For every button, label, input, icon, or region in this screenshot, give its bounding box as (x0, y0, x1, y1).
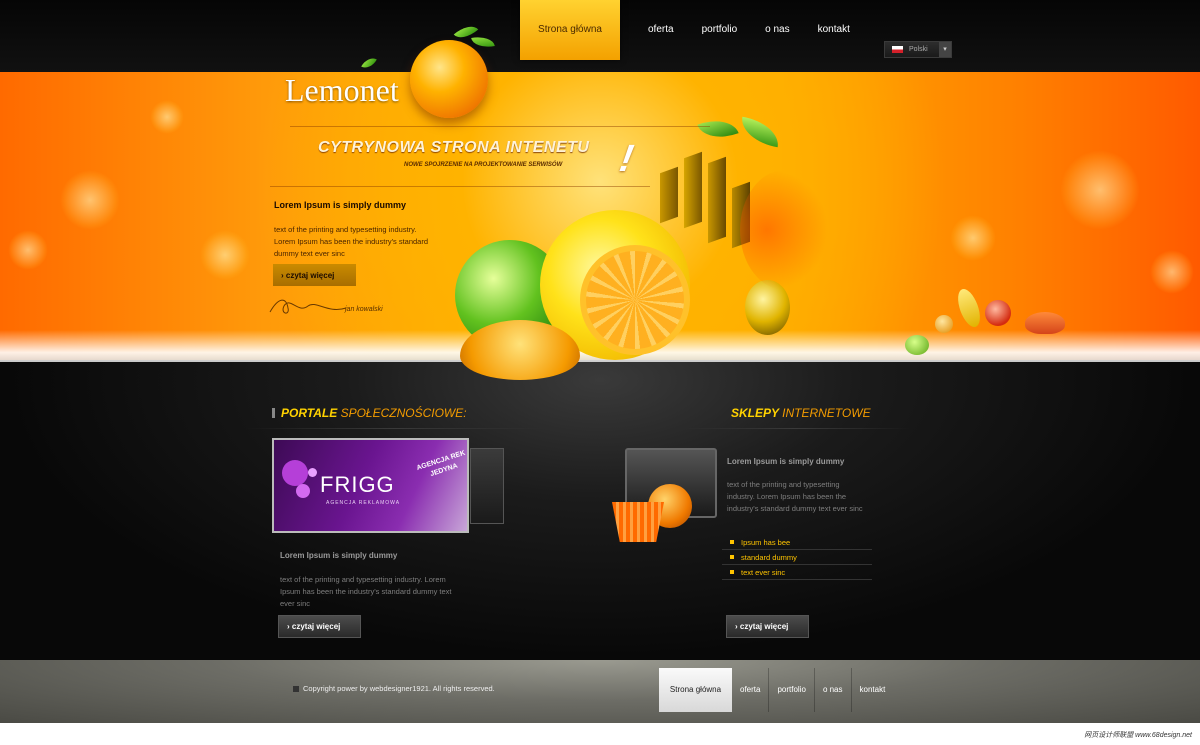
bokeh-light (150, 100, 184, 134)
language-select[interactable]: Polski ▾ (884, 41, 952, 58)
feature-list: Ipsum has bee standard dummy text ever s… (722, 535, 872, 580)
bokeh-light (950, 215, 996, 261)
frigg-badge: AGENCJA REK JEDYNA (415, 449, 467, 479)
section-divider (680, 428, 910, 429)
bokeh-light (8, 230, 48, 270)
brand-logo[interactable]: Lemonet (285, 72, 399, 109)
intro-title: Lorem Ipsum is simply dummy (274, 200, 407, 210)
footer-nav-about[interactable]: o nas (813, 668, 851, 712)
footer-nav: Strona główna oferta portfolio o nas kon… (659, 668, 893, 712)
frigg-logo: FRIGG (320, 472, 395, 497)
hero-subtitle: NOWE SPOJRZENIE NA PROJEKTOWANIE SERWISÓ… (404, 162, 563, 168)
footer-nav-contact[interactable]: kontakt (850, 668, 894, 712)
section-title-rest: INTERNETOWE (782, 406, 871, 420)
section-title-rest: SPOŁECZNOŚCIOWE: (340, 406, 467, 420)
portfolio-banner-frigg[interactable]: FRIGG AGENCJA REKLAMOWA AGENCJA REK JEDY… (272, 438, 469, 533)
content-section (0, 360, 1200, 660)
apple-illustration (985, 300, 1011, 326)
banner-thumbnail[interactable] (470, 448, 504, 524)
orange-slice-illustration (580, 245, 690, 355)
read-more-button[interactable]: › czytaj więcej (273, 264, 356, 286)
section-title-highlight: PORTALE (281, 406, 338, 420)
list-item[interactable]: standard dummy (722, 550, 872, 565)
section-title-shops: SKLEPY INTERNETOWE (731, 406, 871, 420)
nav-item-home[interactable]: Strona główna (520, 0, 620, 60)
read-more-button-right[interactable]: › czytaj więcej (726, 615, 809, 638)
read-more-button-left[interactable]: › czytaj więcej (278, 615, 361, 638)
signature-name: jan kowalski (345, 306, 383, 313)
section-title-social: PORTALE SPOŁECZNOŚCIOWE: (272, 406, 467, 420)
basket-icon (612, 502, 664, 542)
nav-item-offer[interactable]: oferta (634, 0, 688, 59)
bokeh-light (1150, 250, 1194, 294)
bokeh-light (60, 170, 120, 230)
splash-icon (296, 484, 310, 498)
section-title-highlight: SKLEPY (731, 406, 779, 420)
nav-item-portfolio[interactable]: portfolio (688, 0, 752, 59)
footer-nav-home[interactable]: Strona główna (659, 668, 732, 712)
chart-bar-illustration (708, 156, 726, 244)
splash-icon (282, 460, 308, 486)
bottom-strip (0, 723, 1200, 745)
chart-bar-illustration (684, 151, 702, 229)
lime-illustration (905, 335, 929, 355)
card-text-left: text of the printing and typesetting ind… (280, 575, 452, 608)
watermelon-illustration (1025, 312, 1065, 334)
chart-bar-illustration (660, 166, 678, 224)
footer (0, 660, 1200, 723)
nav-item-contact[interactable]: kontakt (804, 0, 864, 59)
nav-item-about[interactable]: o nas (751, 0, 803, 59)
footer-nav-offer[interactable]: oferta (732, 668, 768, 712)
hero-title: CYTRYNOWA STRONA INTENETU (318, 139, 590, 156)
list-item[interactable]: Ipsum has bee (722, 535, 872, 550)
frigg-tagline: AGENCJA REKLAMOWA (326, 500, 401, 506)
watermark-text: 网页设计师联盟 www.68design.net (1084, 732, 1192, 739)
section-divider (246, 428, 546, 429)
card-title-left: Lorem Ipsum is simply dummy (280, 551, 398, 560)
chevron-down-icon: ▾ (939, 42, 951, 57)
logo-orange-icon (410, 40, 488, 118)
card-title-right: Lorem Ipsum is simply dummy (727, 457, 845, 466)
section-marker-icon (272, 408, 275, 418)
signature-icon (269, 299, 347, 314)
card-text-right: text of the printing and typesetting ind… (727, 480, 863, 513)
glow-illustration (740, 170, 830, 290)
footer-nav-portfolio[interactable]: portfolio (768, 668, 813, 712)
intro-text: text of the printing and typesetting ind… (274, 225, 429, 258)
list-item[interactable]: text ever sinc (722, 565, 872, 580)
fruit-illustration (935, 315, 953, 333)
copyright-text: Copyright power by webdesigner1921. All … (293, 684, 495, 693)
splash-icon (308, 468, 317, 477)
divider (290, 126, 710, 127)
poland-flag-icon (892, 46, 903, 53)
bokeh-light (1060, 150, 1140, 230)
main-nav: Strona główna oferta portfolio o nas kon… (520, 0, 864, 80)
divider (270, 186, 650, 187)
language-label: Polski (909, 46, 928, 53)
bokeh-light (200, 230, 250, 280)
